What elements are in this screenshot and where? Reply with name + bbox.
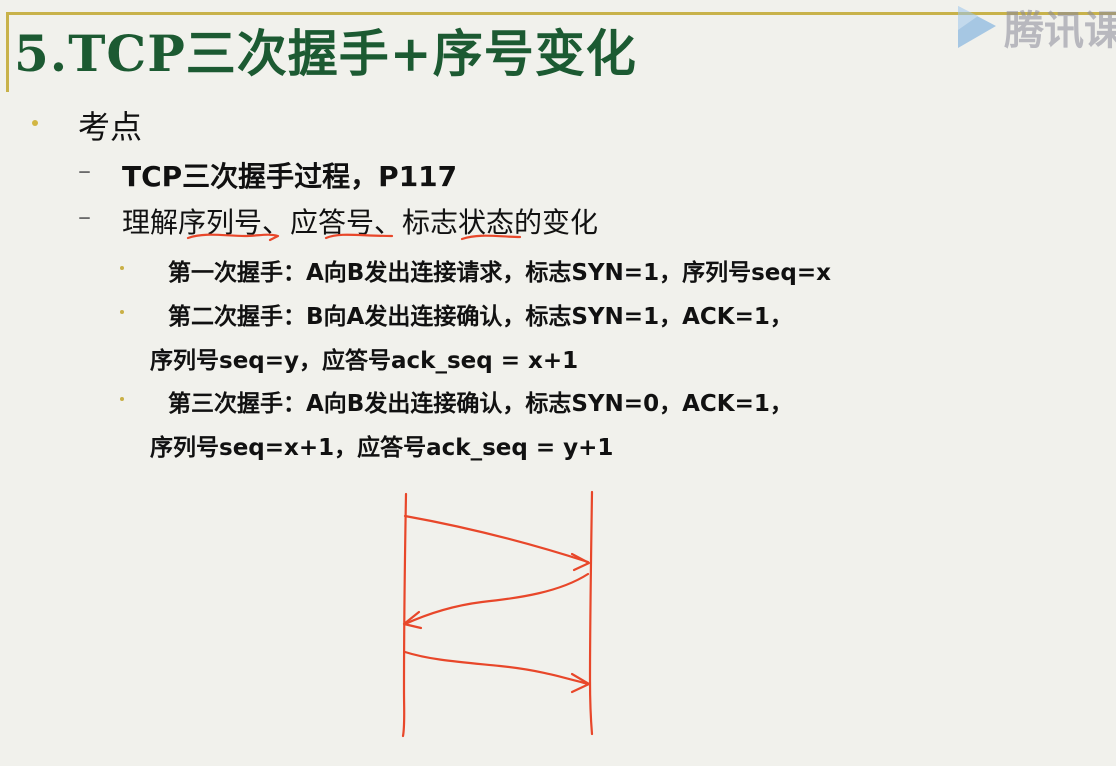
handshake-sketch — [186, 233, 594, 738]
arrow-syn-ack — [403, 572, 590, 626]
lifeline-a — [401, 492, 408, 738]
lifeline-b — [588, 490, 594, 736]
arrow-ack — [403, 650, 590, 686]
underline-sequence-number — [186, 233, 280, 242]
underline-flag-state — [460, 234, 522, 241]
underline-ack-number — [324, 233, 394, 240]
arrow-syn — [403, 514, 590, 564]
arrowhead-syn — [570, 552, 591, 572]
